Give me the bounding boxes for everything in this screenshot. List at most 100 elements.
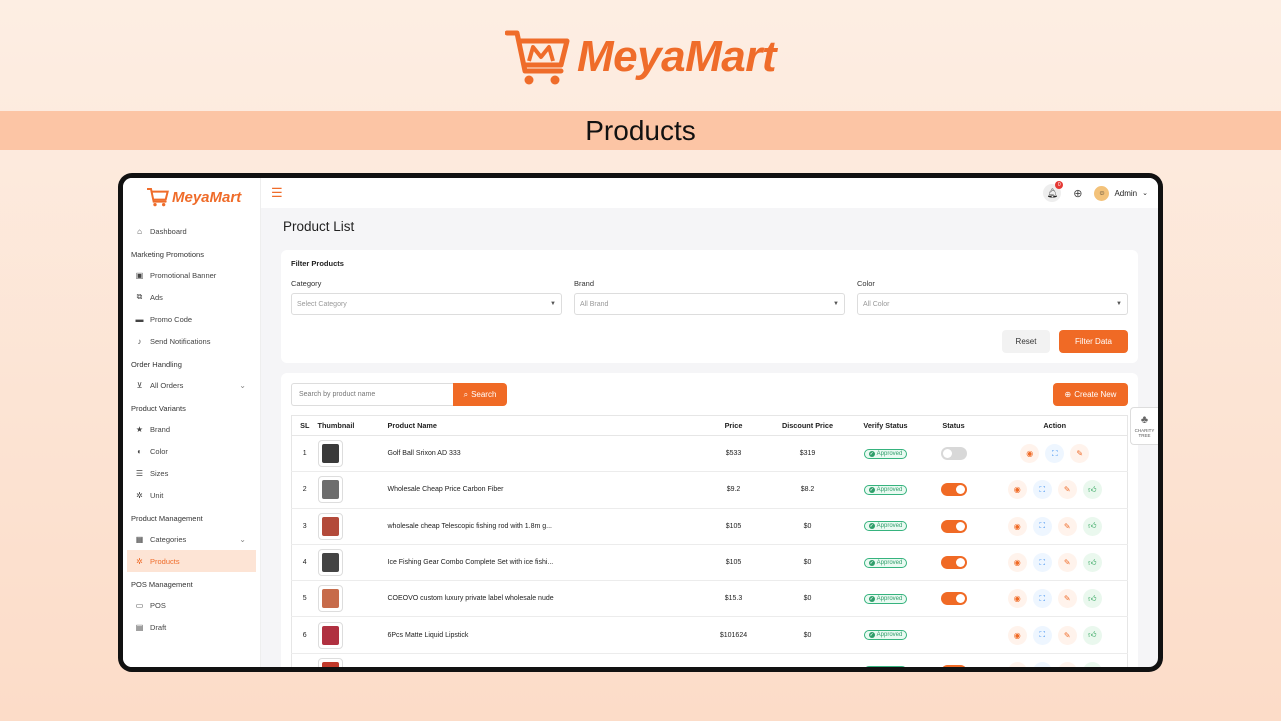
thumbs-up-icon[interactable]: 👍︎ (1082, 480, 1102, 500)
table-header-row: SL Thumbnail Product Name Price Discount… (291, 415, 1128, 436)
row-status-cell (924, 653, 983, 667)
filter-data-button[interactable]: Filter Data (1059, 330, 1128, 353)
barcode-icon[interactable]: ⛶ (1032, 480, 1052, 500)
notification-bell[interactable]: 🔔︎ 0 (1043, 181, 1064, 202)
status-toggle[interactable] (940, 664, 967, 667)
thumbs-up-icon[interactable]: 👍︎ (1082, 553, 1102, 573)
sidebar-group-title: Marketing Promotions (131, 250, 204, 259)
sidebar-item-categories[interactable]: ▦ Categories ⌄ (123, 528, 260, 550)
status-toggle[interactable] (940, 447, 967, 461)
barcode-icon[interactable]: ⛶ (1045, 444, 1065, 464)
status-toggle[interactable] (940, 483, 967, 497)
edit-icon[interactable]: ✎ (1057, 480, 1077, 500)
row-verify-cell: ✓Approved (846, 653, 925, 667)
product-thumbnail[interactable] (317, 549, 343, 577)
app-screen: MeyaMart ⌂ Dashboard Marketing Promotion… (123, 178, 1158, 667)
barcode-icon[interactable]: ⛶ (1032, 625, 1052, 645)
sidebar-item-all-orders[interactable]: ⊻ All Orders ⌄ (123, 374, 260, 396)
search-icon: ⌕ (463, 389, 469, 399)
row-sl: 2 (291, 471, 318, 509)
sidebar-item-pos[interactable]: ▭ POS (123, 594, 260, 616)
view-icon[interactable]: ◉ (1020, 444, 1040, 464)
sidebar-logo[interactable]: MeyaMart (123, 178, 260, 216)
chevron-down-icon: ⌄ (239, 534, 246, 544)
view-icon[interactable]: ◉ (1007, 625, 1027, 645)
sidebar-item-brand[interactable]: ★ Brand (123, 418, 260, 440)
category-select[interactable]: Select Category ▼ (291, 293, 562, 315)
product-thumbnail[interactable] (317, 476, 343, 504)
product-thumbnail[interactable] (317, 440, 343, 468)
thumbs-up-icon[interactable]: 👍︎ (1082, 589, 1102, 609)
avatar: ☺ (1094, 185, 1110, 201)
sidebar-item-promo-code[interactable]: ▬ Promo Code (123, 308, 260, 330)
create-new-button[interactable]: ⊕ Create New (1053, 383, 1128, 406)
tree-icon: ♣ (1140, 414, 1149, 426)
search-button[interactable]: ⌕ Search (453, 383, 507, 406)
status-toggle[interactable] (940, 592, 967, 606)
sidebar-item-products[interactable]: ✲ Products (127, 550, 256, 572)
row-thumbnail-cell (317, 471, 388, 509)
row-thumbnail-cell (317, 580, 388, 618)
column-header: Status (924, 415, 983, 436)
sidebar-item-sizes[interactable]: ☰ Sizes (123, 462, 260, 484)
view-icon[interactable]: ◉ (1007, 553, 1027, 573)
sidebar-item-promotional-banner[interactable]: ▣ Promotional Banner (123, 264, 260, 286)
row-discount-price: $0 (768, 508, 847, 545)
check-icon: ✓ (868, 559, 875, 566)
edit-icon[interactable]: ✎ (1057, 625, 1077, 645)
category-filter: Category Select Category ▼ (291, 279, 562, 315)
sidebar-group-title: Product Management (131, 514, 203, 523)
product-thumbnail[interactable] (317, 512, 343, 540)
edit-icon[interactable]: ✎ (1070, 444, 1090, 464)
row-sl: 4 (291, 544, 318, 582)
view-icon[interactable]: ◉ (1007, 589, 1027, 609)
menu-icon[interactable]: ☰ (271, 185, 283, 201)
search-input[interactable]: Search by product name (291, 383, 453, 406)
admin-menu[interactable]: ☺ Admin ⌄ (1094, 185, 1148, 201)
row-discount-price: $319 (768, 435, 847, 473)
column-header: Thumbnail (317, 415, 388, 436)
product-thumbnail[interactable] (317, 621, 343, 649)
row-actions-cell: ◉ ⛶ ✎ 👍︎ (982, 544, 1128, 582)
thumbs-up-icon[interactable]: 👍︎ (1082, 661, 1102, 667)
table-row: 5 COEOVO custom luxury private label who… (291, 580, 1128, 618)
row-actions-cell: ◉ ⛶ ✎ 👍︎ (982, 653, 1128, 667)
thumbs-up-icon[interactable]: 👍︎ (1082, 625, 1102, 645)
barcode-icon[interactable]: ⛶ (1032, 661, 1052, 667)
row-status-cell (924, 580, 983, 618)
sidebar-item-unit[interactable]: ✲ Unit (123, 484, 260, 506)
row-sl: 3 (291, 508, 318, 545)
reset-button[interactable]: Reset (1002, 330, 1050, 353)
row-product-name: Golf Ball Srixon AD 333 (387, 435, 699, 473)
column-header: Discount Price (768, 415, 847, 436)
barcode-icon[interactable]: ⛶ (1032, 516, 1052, 536)
edit-icon[interactable]: ✎ (1057, 661, 1077, 667)
sidebar-item-color[interactable]: ◐ Color (123, 440, 260, 462)
edit-icon[interactable]: ✎ (1057, 516, 1077, 536)
barcode-icon[interactable]: ⛶ (1032, 553, 1052, 573)
unit-icon: ✲ (136, 490, 143, 500)
view-icon[interactable]: ◉ (1007, 661, 1027, 667)
status-toggle[interactable] (940, 519, 967, 533)
view-icon[interactable]: ◉ (1007, 480, 1027, 500)
product-thumbnail[interactable] (317, 585, 343, 613)
sidebar-item-ads[interactable]: ⧉ Ads (123, 286, 260, 308)
check-icon: ✓ (868, 486, 875, 493)
edit-icon[interactable]: ✎ (1057, 589, 1077, 609)
brand-select[interactable]: All Brand ▼ (574, 293, 845, 315)
charity-tree-tab[interactable]: ♣ CHARITY TREE (1130, 407, 1158, 445)
thumbs-up-icon[interactable]: 👍︎ (1082, 516, 1102, 536)
globe-icon[interactable]: ⊕ (1073, 187, 1082, 200)
status-toggle[interactable] (940, 556, 967, 570)
table-row: 1 Golf Ball Srixon AD 333 $533 $319 ✓ App… (291, 435, 1128, 473)
sidebar-item-send-notifications[interactable]: ♪ Send Notifications (123, 330, 260, 352)
barcode-icon[interactable]: ⛶ (1032, 589, 1052, 609)
row-discount-price: $8.2 (768, 471, 847, 509)
sidebar-item-dashboard[interactable]: ⌂ Dashboard (123, 220, 260, 242)
edit-icon[interactable]: ✎ (1057, 553, 1077, 573)
row-sl: 5 (291, 580, 318, 618)
product-thumbnail[interactable] (317, 657, 343, 667)
view-icon[interactable]: ◉ (1007, 516, 1027, 536)
sidebar-item-draft[interactable]: ▤ Draft (123, 616, 260, 638)
color-select[interactable]: All Color ▼ (857, 293, 1128, 315)
